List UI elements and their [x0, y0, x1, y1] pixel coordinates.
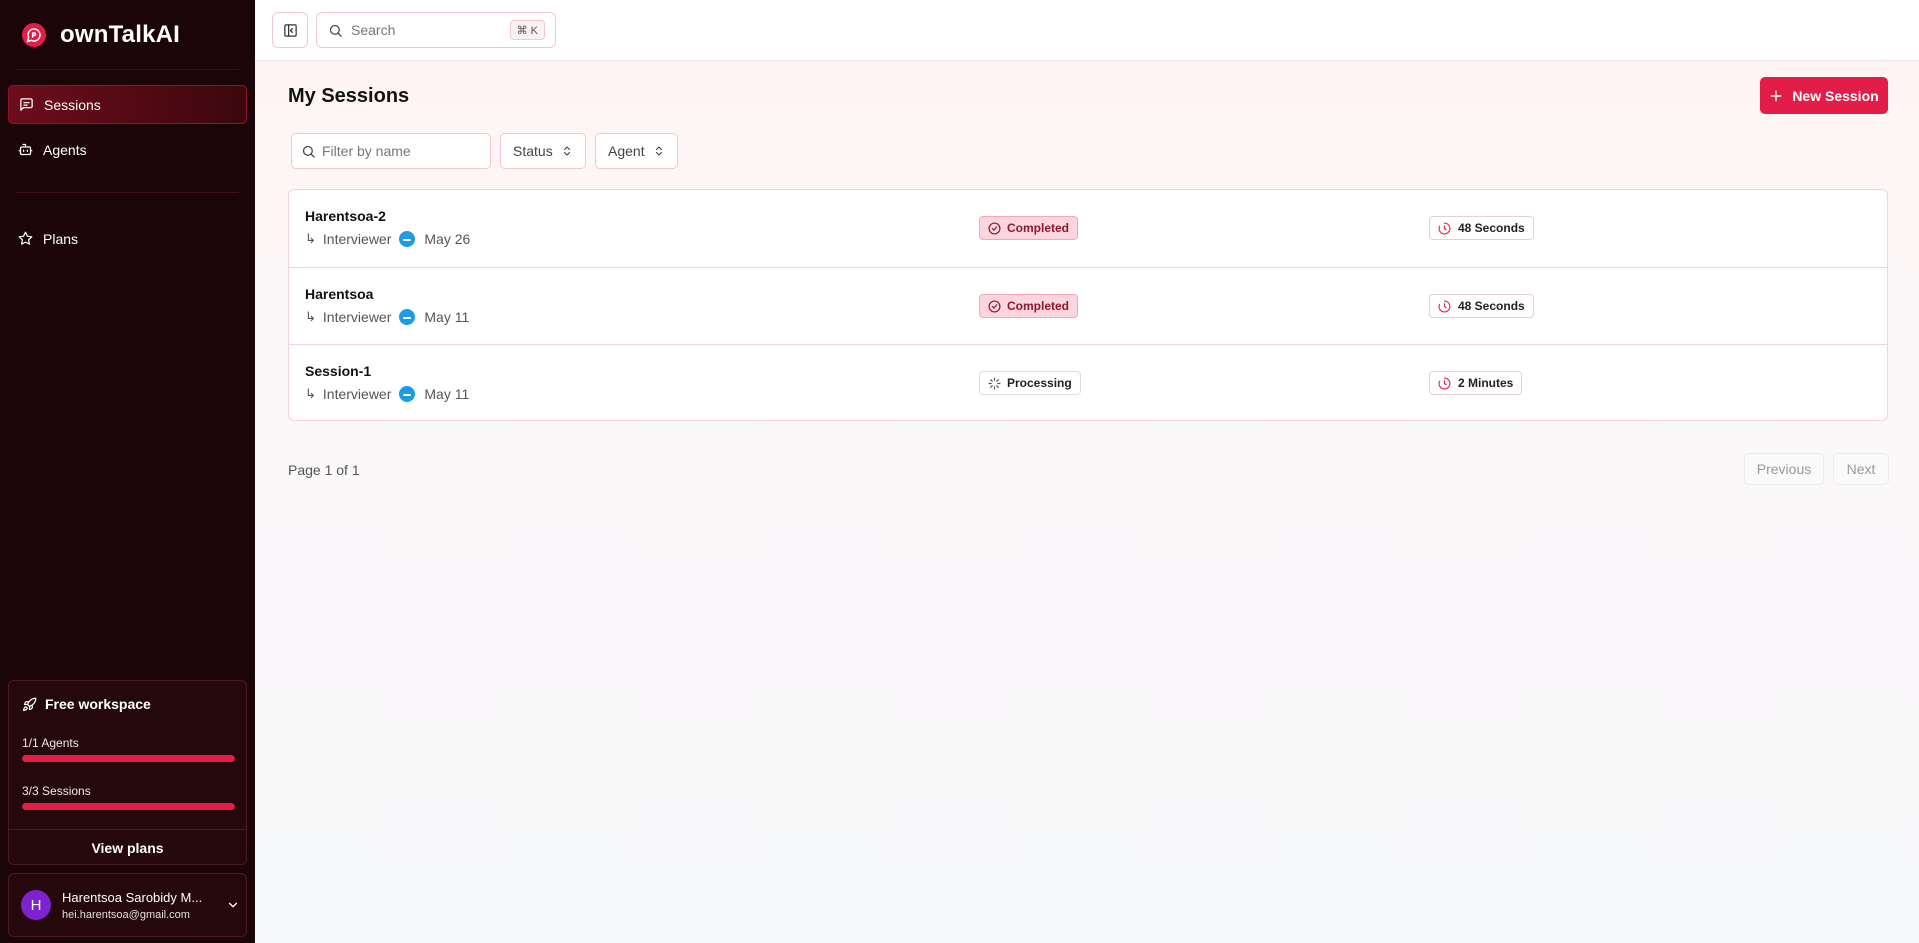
plus-icon: [1770, 90, 1782, 101]
search-placeholder: Search: [351, 22, 396, 38]
sessions-usage-bar: [22, 803, 235, 810]
clock-icon: [1438, 221, 1451, 234]
search-icon: [329, 24, 342, 37]
table-row[interactable]: Harentsoa ↳ Interviewer May 11 Completed…: [289, 267, 1887, 344]
session-name: Session-1: [305, 363, 372, 379]
user-menu[interactable]: H Harentsoa Sarobidy M... hei.harentsoa@…: [8, 873, 247, 937]
search-input[interactable]: Search ⌘ K: [316, 12, 556, 48]
duration-badge: 48 Seconds: [1429, 294, 1534, 318]
agent-name: Interviewer: [322, 231, 392, 247]
loader-icon: [988, 376, 1001, 390]
clock-icon: [1438, 299, 1451, 312]
duration-badge: 48 Seconds: [1429, 216, 1534, 240]
filter-name-input[interactable]: [322, 143, 482, 159]
status-badge: Completed: [979, 216, 1079, 240]
workspace-title: Free workspace: [22, 696, 151, 712]
sidebar-item-label: Agents: [43, 141, 87, 158]
topbar: Search ⌘ K: [255, 0, 1919, 61]
session-name: Harentsoa-2: [305, 208, 386, 224]
page-title: My Sessions: [288, 85, 410, 107]
session-date: May 11: [424, 309, 470, 325]
corner-down-right-icon: ↳: [305, 386, 316, 401]
panel-left-icon: [283, 23, 297, 37]
chevrons-up-down-icon: [655, 146, 662, 156]
star-icon: [18, 231, 33, 245]
check-circle-icon: [988, 221, 1001, 235]
sidebar-item-sessions[interactable]: Sessions: [8, 85, 247, 124]
main-content: My Sessions New Session Status Agent Har…: [255, 61, 1919, 943]
agent-avatar-icon: [399, 309, 416, 325]
sidebar-item-agents[interactable]: Agents: [8, 130, 247, 169]
user-email: hei.harentsoa@gmail.com: [62, 908, 190, 921]
agents-usage-bar: [22, 755, 235, 762]
table-row[interactable]: Session-1 ↳ Interviewer May 11 Processin…: [289, 344, 1887, 420]
sidebar-item-label: Plans: [43, 230, 79, 247]
agent-avatar-icon: [399, 386, 416, 402]
status-badge: Completed: [979, 294, 1079, 318]
chevron-down-icon: [228, 902, 238, 908]
shortcut-hint: ⌘ K: [509, 20, 545, 40]
agent-avatar-icon: [399, 231, 416, 247]
corner-down-right-icon: ↳: [305, 231, 316, 246]
app-name: ownTalkAI: [60, 21, 181, 48]
status-filter-dropdown[interactable]: Status: [500, 133, 586, 169]
sidebar-item-plans[interactable]: Plans: [8, 219, 247, 258]
chevrons-up-down-icon: [563, 146, 570, 156]
agent-filter-dropdown[interactable]: Agent: [595, 133, 678, 169]
sessions-usage-label: 3/3 Sessions: [22, 784, 91, 798]
sidebar: ownTalkAI Sessions Agents Plans Free wor…: [0, 0, 255, 943]
user-name: Harentsoa Sarobidy M...: [62, 889, 203, 905]
sessions-table: Harentsoa-2 ↳ Interviewer May 26 Complet…: [288, 189, 1888, 421]
session-date: May 11: [424, 386, 470, 402]
bot-icon: [18, 143, 33, 156]
session-name: Harentsoa: [305, 286, 374, 302]
status-badge: Processing: [979, 371, 1081, 395]
workspace-card: Free workspace 1/1 Agents 3/3 Sessions V…: [8, 680, 247, 865]
divider: [16, 69, 239, 70]
toggle-sidebar-button[interactable]: [272, 12, 308, 48]
session-date: May 26: [424, 231, 471, 247]
next-page-button[interactable]: Next: [1833, 453, 1889, 485]
table-row[interactable]: Harentsoa-2 ↳ Interviewer May 26 Complet…: [289, 190, 1887, 267]
filter-by-name[interactable]: [291, 133, 491, 169]
check-circle-icon: [988, 299, 1001, 313]
pagination-label: Page 1 of 1: [288, 462, 360, 478]
previous-page-button[interactable]: Previous: [1744, 453, 1824, 485]
corner-down-right-icon: ↳: [305, 309, 316, 324]
brand[interactable]: ownTalkAI: [22, 20, 180, 50]
logo-icon: [22, 23, 46, 47]
search-icon: [302, 145, 315, 158]
agents-usage-label: 1/1 Agents: [22, 736, 79, 750]
clock-icon: [1438, 376, 1451, 389]
message-square-icon: [20, 98, 33, 111]
sidebar-item-label: Sessions: [44, 96, 101, 113]
agent-name: Interviewer: [322, 386, 392, 402]
avatar: H: [21, 890, 51, 920]
duration-badge: 2 Minutes: [1429, 371, 1523, 395]
divider: [16, 192, 239, 193]
new-session-button[interactable]: New Session: [1760, 77, 1888, 114]
rocket-icon: [22, 697, 37, 711]
agent-name: Interviewer: [322, 309, 392, 325]
view-plans-button[interactable]: View plans: [9, 830, 246, 865]
